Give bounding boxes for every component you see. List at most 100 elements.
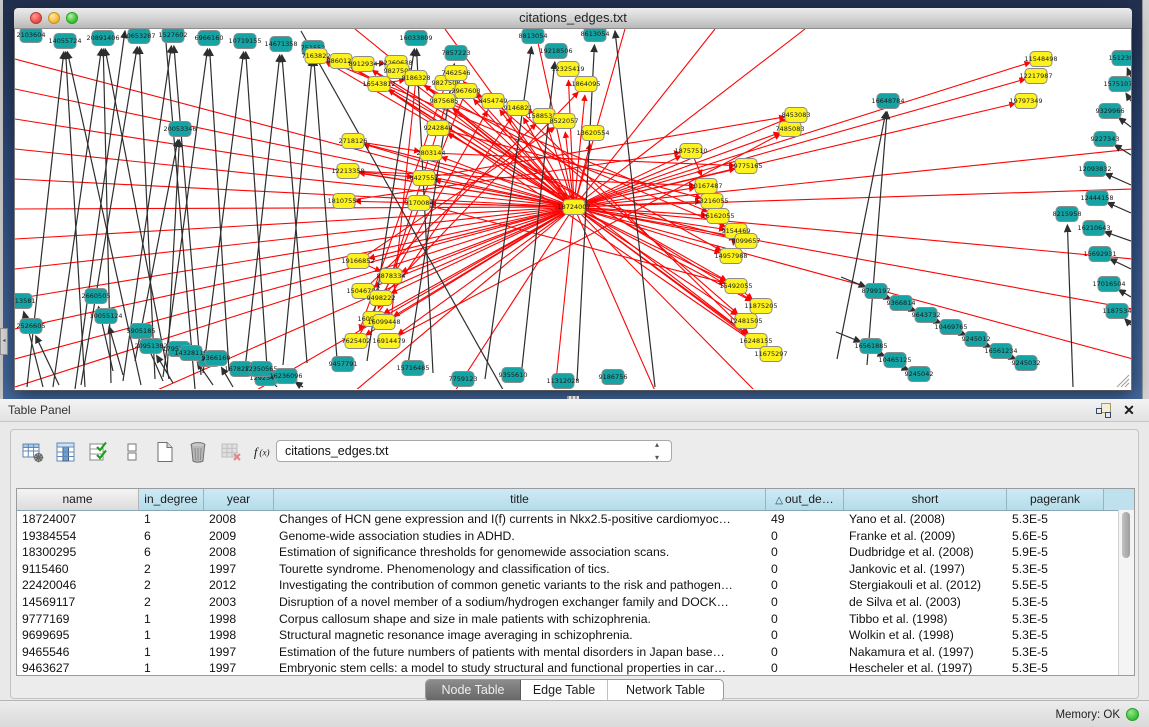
unselect-rows-icon[interactable] bbox=[120, 440, 144, 464]
table-cell[interactable]: de Silva et al. (2003) bbox=[844, 594, 1007, 611]
table-row[interactable]: 1872400712008Changes of HCN gene express… bbox=[17, 511, 1134, 528]
table-cell[interactable]: 1 bbox=[139, 511, 204, 528]
table-cell[interactable]: Investigating the contribution of common… bbox=[274, 577, 766, 594]
delete-table-icon[interactable] bbox=[219, 440, 243, 464]
table-cell[interactable]: Hescheler et al. (1997) bbox=[844, 660, 1007, 676]
window-resize-grip[interactable] bbox=[1117, 375, 1129, 387]
table-cell[interactable]: 0 bbox=[766, 561, 844, 578]
table-row[interactable]: 1456911722003Disruption of a novel membe… bbox=[17, 594, 1134, 611]
table-cell[interactable]: 19384554 bbox=[17, 528, 139, 545]
tab-edge-table[interactable]: Edge Table bbox=[521, 680, 608, 701]
table-cell[interactable]: 0 bbox=[766, 528, 844, 545]
table-cell[interactable]: 49 bbox=[766, 511, 844, 528]
table-cell[interactable]: 22420046 bbox=[17, 577, 139, 594]
table-cell[interactable]: Dudbridge et al. (2008) bbox=[844, 544, 1007, 561]
table-row[interactable]: 977716911998Corpus callosum shape and si… bbox=[17, 611, 1134, 628]
table-cell[interactable]: 5.6E-5 bbox=[1007, 528, 1104, 545]
table-cell[interactable]: Wolkin et al. (1998) bbox=[844, 627, 1007, 644]
column-header-title[interactable]: title bbox=[274, 489, 766, 510]
table-cell[interactable]: 0 bbox=[766, 544, 844, 561]
table-cell[interactable]: Estimation of significance thresholds fo… bbox=[274, 544, 766, 561]
table-cell[interactable]: 5.3E-5 bbox=[1007, 611, 1104, 628]
table-cell[interactable]: 9465546 bbox=[17, 644, 139, 661]
table-row[interactable]: 1938455462009Genome-wide association stu… bbox=[17, 528, 1134, 545]
table-cell[interactable]: 1998 bbox=[204, 611, 274, 628]
delete-rows-icon[interactable] bbox=[186, 440, 210, 464]
table-cell[interactable]: 18300295 bbox=[17, 544, 139, 561]
table-cell[interactable]: 2003 bbox=[204, 594, 274, 611]
table-cell[interactable]: 2 bbox=[139, 577, 204, 594]
close-panel-icon[interactable] bbox=[1121, 401, 1137, 419]
table-cell[interactable]: 1 bbox=[139, 611, 204, 628]
table-row[interactable]: 969969511998Structural magnetic resonanc… bbox=[17, 627, 1134, 644]
table-cell[interactable]: 1997 bbox=[204, 561, 274, 578]
table-cell[interactable]: 1 bbox=[139, 660, 204, 676]
table-cell[interactable]: 5.3E-5 bbox=[1007, 627, 1104, 644]
table-cell[interactable]: Estimation of the future numbers of pati… bbox=[274, 644, 766, 661]
table-cell[interactable]: 2008 bbox=[204, 544, 274, 561]
table-cell[interactable]: Structural magnetic resonance image aver… bbox=[274, 627, 766, 644]
column-header-year[interactable]: year bbox=[204, 489, 274, 510]
function-builder-icon[interactable]: f(x) bbox=[252, 440, 276, 464]
table-select-dropdown[interactable]: citations_edges.txt bbox=[276, 440, 672, 462]
table-cell[interactable]: 1997 bbox=[204, 644, 274, 661]
column-edit-icon[interactable] bbox=[54, 440, 78, 464]
table-cell[interactable]: 1998 bbox=[204, 627, 274, 644]
table-cell[interactable]: 1 bbox=[139, 644, 204, 661]
table-cell[interactable]: 0 bbox=[766, 644, 844, 661]
table-cell[interactable]: 5.3E-5 bbox=[1007, 511, 1104, 528]
scrollbar-thumb[interactable] bbox=[1122, 512, 1130, 558]
table-cell[interactable]: 0 bbox=[766, 611, 844, 628]
column-header-short[interactable]: short bbox=[844, 489, 1007, 510]
column-header-name[interactable]: name bbox=[17, 489, 139, 510]
table-cell[interactable]: 9463627 bbox=[17, 660, 139, 676]
table-cell[interactable]: Tibbo et al. (1998) bbox=[844, 611, 1007, 628]
select-all-rows-icon[interactable] bbox=[87, 440, 111, 464]
table-cell[interactable]: Tourette syndrome. Phenomenology and cla… bbox=[274, 561, 766, 578]
table-cell[interactable]: Jankovic et al. (1997) bbox=[844, 561, 1007, 578]
table-cell[interactable]: 0 bbox=[766, 660, 844, 676]
table-cell[interactable]: 2008 bbox=[204, 511, 274, 528]
table-cell[interactable]: 5.3E-5 bbox=[1007, 644, 1104, 661]
column-header-in_degree[interactable]: in_degree bbox=[139, 489, 204, 510]
table-settings-icon[interactable] bbox=[21, 440, 45, 464]
table-cell[interactable]: 2009 bbox=[204, 528, 274, 545]
table-cell[interactable]: 0 bbox=[766, 627, 844, 644]
table-cell[interactable]: 1 bbox=[139, 627, 204, 644]
new-document-icon[interactable] bbox=[153, 440, 177, 464]
table-row[interactable]: 2242004622012Investigating the contribut… bbox=[17, 577, 1134, 594]
table-cell[interactable]: 9699695 bbox=[17, 627, 139, 644]
left-panel-collapse-handle[interactable]: ◂ bbox=[0, 328, 8, 355]
column-header-pagerank[interactable]: pagerank bbox=[1007, 489, 1104, 510]
table-cell[interactable]: 6 bbox=[139, 528, 204, 545]
table-cell[interactable]: Yano et al. (2008) bbox=[844, 511, 1007, 528]
table-cell[interactable]: 0 bbox=[766, 577, 844, 594]
table-row[interactable]: 911546021997Tourette syndrome. Phenomeno… bbox=[17, 561, 1134, 578]
table-cell[interactable]: Nakamura et al. (1997) bbox=[844, 644, 1007, 661]
table-row[interactable]: 946362711997Embryonic stem cells: a mode… bbox=[17, 660, 1134, 676]
float-panel-icon[interactable] bbox=[1096, 403, 1111, 416]
vertical-scrollbar[interactable] bbox=[1118, 510, 1134, 675]
table-cell[interactable]: Changes of HCN gene expression and I(f) … bbox=[274, 511, 766, 528]
table-cell[interactable]: 5.5E-5 bbox=[1007, 577, 1104, 594]
table-cell[interactable]: 18724007 bbox=[17, 511, 139, 528]
table-cell[interactable]: 2 bbox=[139, 561, 204, 578]
table-row[interactable]: 1830029562008Estimation of significance … bbox=[17, 544, 1134, 561]
table-cell[interactable]: Stergiakouli et al. (2012) bbox=[844, 577, 1007, 594]
table-cell[interactable]: 2012 bbox=[204, 577, 274, 594]
table-cell[interactable]: Corpus callosum shape and size in male p… bbox=[274, 611, 766, 628]
table-cell[interactable]: Genome-wide association studies in ADHD. bbox=[274, 528, 766, 545]
tab-network-table[interactable]: Network Table bbox=[608, 680, 723, 701]
table-cell[interactable]: 5.3E-5 bbox=[1007, 594, 1104, 611]
tab-node-table[interactable]: Node Table bbox=[426, 680, 521, 701]
window-titlebar[interactable]: citations_edges.txt bbox=[14, 8, 1132, 29]
column-header-out_de[interactable]: △out_de… bbox=[766, 489, 844, 510]
table-cell[interactable]: Franke et al. (2009) bbox=[844, 528, 1007, 545]
table-cell[interactable]: 1997 bbox=[204, 660, 274, 676]
table-cell[interactable]: 0 bbox=[766, 594, 844, 611]
network-canvas[interactable]: 1872400721036041405572420891406106532871… bbox=[15, 29, 1131, 389]
table-cell[interactable]: 14569117 bbox=[17, 594, 139, 611]
table-cell[interactable]: 6 bbox=[139, 544, 204, 561]
table-row[interactable]: 946554611997Estimation of the future num… bbox=[17, 644, 1134, 661]
table-cell[interactable]: Disruption of a novel member of a sodium… bbox=[274, 594, 766, 611]
